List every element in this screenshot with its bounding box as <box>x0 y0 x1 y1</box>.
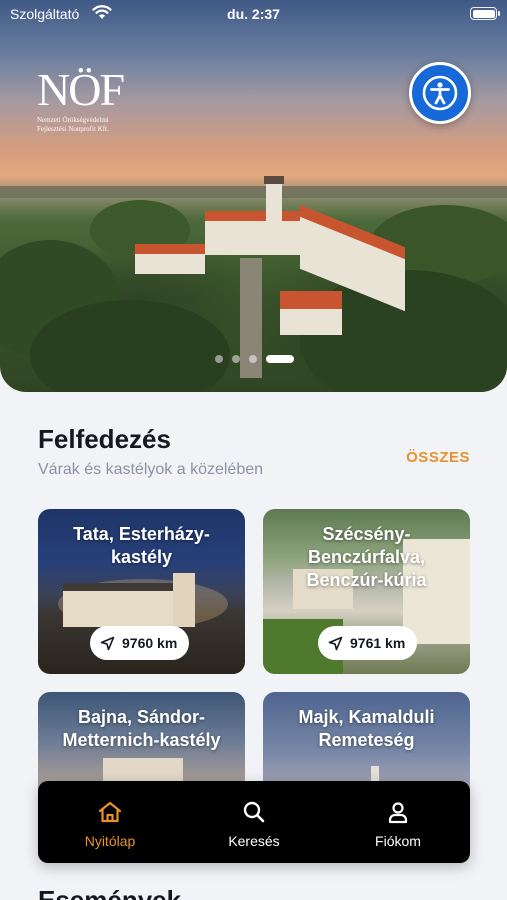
distance-value: 9760 km <box>122 635 178 651</box>
card-title: Majk, Kamalduli Remeteség <box>298 707 435 750</box>
accessibility-button[interactable] <box>409 62 471 124</box>
distance-value: 9761 km <box>350 635 406 651</box>
hero-image[interactable] <box>0 0 507 392</box>
card-castle <box>103 758 183 782</box>
accessibility-icon <box>422 75 458 111</box>
carousel-dot[interactable] <box>249 355 257 363</box>
castle-wing <box>205 215 305 255</box>
section-title: Felfedezés <box>38 424 171 454</box>
castle-roof <box>205 211 305 221</box>
logo-subtitle: Nemzeti Örökségvédelmi Fejlesztési Nonpr… <box>37 116 123 134</box>
nof-logo: NÖF Nemzeti Örökségvédelmi Fejlesztési N… <box>37 64 125 134</box>
card-castle <box>63 589 188 627</box>
carousel-dot[interactable] <box>232 355 240 363</box>
status-time: du. 2:37 <box>227 6 280 22</box>
distance-badge: 9760 km <box>90 626 190 660</box>
castle-tower-roof <box>264 176 284 184</box>
logo-mark: NÖF <box>37 64 125 115</box>
tab-search[interactable]: Keresés <box>182 781 326 863</box>
castle-roof <box>280 291 342 309</box>
castle-roof <box>135 244 205 254</box>
search-icon <box>243 801 265 823</box>
place-card[interactable]: Tata, Esterházy-kastély 9760 km <box>38 509 245 674</box>
carousel-dot[interactable] <box>215 355 223 363</box>
distance-badge: 9761 km <box>318 626 418 660</box>
tab-home[interactable]: Nyitólap <box>38 781 182 863</box>
section-subtitle: Várak és kastélyok a közelében <box>38 461 264 478</box>
section-title-events: Események <box>38 885 182 900</box>
battery-icon <box>470 7 500 20</box>
home-icon <box>98 801 122 823</box>
logo-subtitle-line: Nemzeti Örökségvédelmi <box>37 116 109 124</box>
card-title: Szécsény-Benczúrfalva, Benczúr-kúria <box>306 524 427 590</box>
navigation-arrow-icon <box>328 636 343 650</box>
castle-tower <box>266 180 282 224</box>
tab-bar: Nyitólap Keresés Fiókom <box>38 781 470 863</box>
tab-account[interactable]: Fiókom <box>326 781 470 863</box>
status-bar: Szolgáltató du. 2:37 <box>0 0 507 28</box>
hero-horizon <box>0 186 507 198</box>
carousel-dot-active[interactable] <box>266 355 294 363</box>
card-title: Bajna, Sándor-Metternich-kastély <box>62 707 221 750</box>
logo-subtitle-line: Fejlesztési Nonprofit Kft. <box>37 125 109 133</box>
account-icon <box>388 802 408 824</box>
card-castle-tower <box>173 573 195 627</box>
see-all-link[interactable]: ÖSSZES <box>406 449 470 466</box>
tab-label: Fiókom <box>375 833 421 849</box>
place-card[interactable]: Szécsény-Benczúrfalva, Benczúr-kúria 976… <box>263 509 470 674</box>
navigation-arrow-icon <box>100 636 115 650</box>
card-title: Tata, Esterházy-kastély <box>73 524 210 567</box>
tab-label: Keresés <box>228 833 280 849</box>
tab-label: Nyitólap <box>84 833 136 849</box>
card-castle-roof <box>63 583 188 591</box>
